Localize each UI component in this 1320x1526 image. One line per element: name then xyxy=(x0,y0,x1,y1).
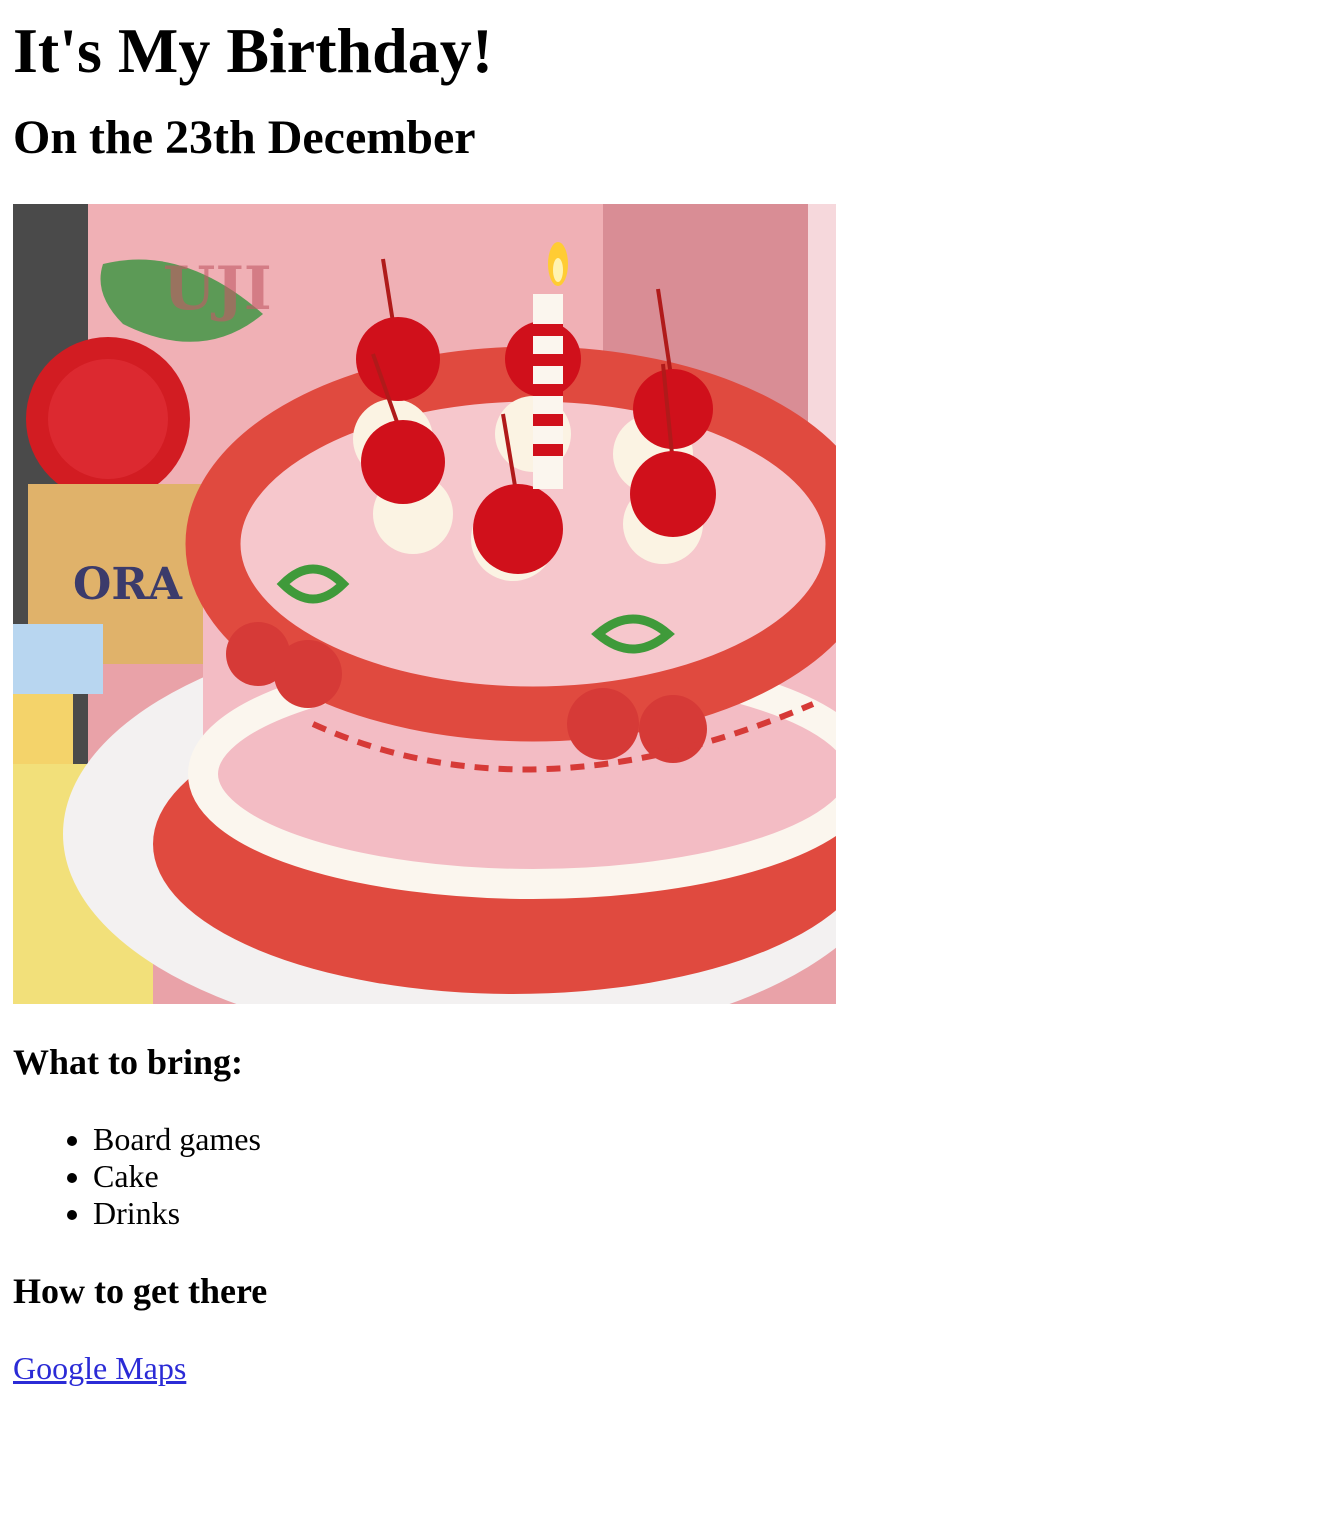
page-title: It's My Birthday! xyxy=(13,15,493,86)
google-maps-link[interactable]: Google Maps xyxy=(13,1350,186,1387)
list-item: Board games xyxy=(93,1121,1320,1158)
event-date-heading: On the 23th December xyxy=(13,111,476,164)
bring-list: Board games Cake Drinks xyxy=(13,1121,1320,1232)
what-to-bring-heading: What to bring: xyxy=(13,1042,244,1082)
list-item: Cake xyxy=(93,1158,1320,1195)
page: It's My Birthday! On the 23th December U… xyxy=(0,0,1320,1387)
svg-text:UJI: UJI xyxy=(163,254,272,324)
svg-text:ORA: ORA xyxy=(73,559,183,610)
list-item: Drinks xyxy=(93,1195,1320,1232)
directions-heading: How to get there xyxy=(13,1271,268,1311)
birthday-cake-image: UJI ORA xyxy=(13,204,836,1004)
